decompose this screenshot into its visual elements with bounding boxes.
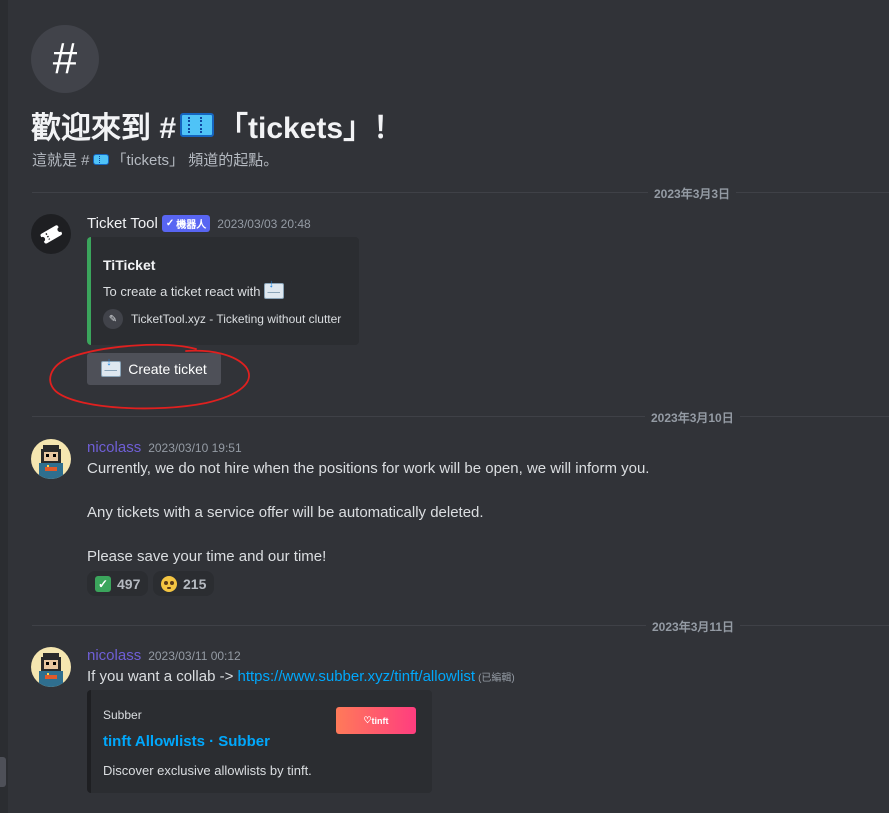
embed-thumbnail[interactable]: ♡ tinft [336, 707, 416, 734]
date-divider [32, 416, 889, 417]
nicolass-avatar[interactable] [31, 647, 71, 687]
message-header: nicolass 2023/03/10 19:51 [87, 439, 242, 456]
welcome-title-prefix: 歡迎來到 # [31, 112, 177, 145]
tinft-logo-icon: ♡ [363, 715, 372, 725]
nicolass-avatar[interactable] [31, 439, 71, 479]
message-header: nicolass 2023/03/11 00:12 [87, 647, 241, 664]
welcome-subtitle: 這就是 # 「tickets」 頻道的起點。 [32, 152, 279, 169]
ticket-tool-logo-icon [40, 225, 63, 244]
link-embed: Subber tinft Allowlists · Subber Discove… [87, 690, 432, 793]
embed-description: To create a ticket react with [103, 278, 284, 299]
author-name[interactable]: Ticket Tool [87, 215, 158, 232]
date-divider [32, 192, 889, 193]
edited-label: (已編輯) [478, 673, 515, 684]
ticket-embed: TiTicket To create a ticket react with ✎… [87, 237, 359, 345]
message-timestamp: 2023/03/11 00:12 [148, 648, 241, 663]
ticket-icon [180, 113, 215, 137]
pixel-character-icon [39, 445, 63, 479]
message-header: Ticket Tool ✓ 機器人 2023/03/03 20:48 [87, 215, 311, 232]
message-text: Please save your time and our time! [87, 548, 327, 565]
message-text: Currently, we do not hire when the posit… [87, 460, 650, 477]
ticket-tool-avatar[interactable] [31, 214, 71, 254]
create-ticket-button[interactable]: Create ticket [87, 353, 221, 385]
date-divider-label: 2023年3月11日 [646, 618, 741, 635]
message-text: If you want a collab -> https://www.subb… [87, 668, 515, 685]
message-timestamp: 2023/03/03 20:48 [217, 216, 311, 231]
incoming-envelope-icon [101, 356, 122, 377]
date-divider [32, 625, 889, 626]
reaction-pleading[interactable]: 215 [153, 571, 215, 596]
author-name[interactable]: nicolass [87, 647, 141, 664]
embed-title-link[interactable]: tinft Allowlists · Subber [103, 733, 270, 750]
embed-provider: Subber [103, 708, 142, 722]
incoming-envelope-icon [263, 278, 284, 299]
left-panel-edge [0, 0, 8, 813]
ticket-tool-footer-icon: ✎ [103, 309, 123, 329]
verified-check-icon: ✓ [165, 218, 175, 229]
channel-hash-icon: # [31, 25, 99, 93]
scroll-handle[interactable] [0, 757, 6, 787]
bot-tag: ✓ 機器人 [161, 215, 211, 232]
pixel-character-icon [39, 653, 63, 687]
date-divider-label: 2023年3月3日 [648, 185, 737, 202]
pleading-face-icon [161, 575, 177, 592]
embed-title: TiTicket [103, 257, 156, 273]
embed-description: Discover exclusive allowlists by tinft. [103, 763, 312, 778]
allowlist-link[interactable]: https://www.subber.xyz/tinft/allowlist [238, 668, 476, 685]
welcome-title: 歡迎來到 # 「tickets」！ [31, 103, 403, 147]
embed-footer: ✎ TicketTool.xyz - Ticketing without clu… [103, 309, 341, 329]
check-mark-icon: ✓ [95, 575, 111, 592]
author-name[interactable]: nicolass [87, 439, 141, 456]
ticket-icon [92, 154, 109, 165]
message-text: Any tickets with a service offer will be… [87, 504, 484, 521]
reaction-check[interactable]: ✓ 497 [87, 571, 149, 596]
message-timestamp: 2023/03/10 19:51 [148, 440, 242, 455]
date-divider-label: 2023年3月10日 [645, 409, 740, 426]
welcome-title-channel: 「tickets」！ [218, 112, 404, 145]
